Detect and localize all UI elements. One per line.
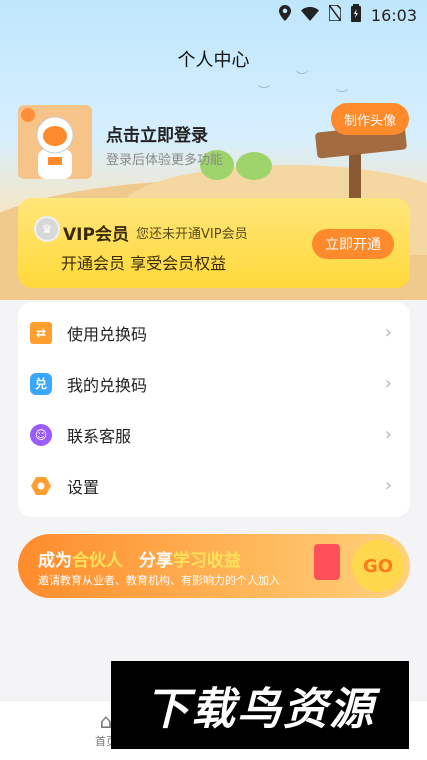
partner-banner[interactable]: 成为合伙人 分享学习收益 邀请教育从业者、教育机构、有影响力的个人加入 GO bbox=[18, 534, 410, 598]
chevron-right-icon: › bbox=[384, 373, 392, 394]
wifi-icon bbox=[300, 6, 319, 25]
watermark: 下载鸟资源 bbox=[111, 661, 409, 749]
menu-item-my-codes[interactable]: 兑 我的兑换码 › bbox=[18, 358, 410, 409]
watermark-text: 下载鸟资源 bbox=[145, 684, 375, 735]
chevron-right-icon: › bbox=[384, 475, 392, 496]
partner-headline: 成为合伙人 分享学习收益 bbox=[38, 546, 241, 571]
vip-description: 开通会员 享受会员权益 bbox=[61, 254, 227, 273]
login-prompt[interactable]: 点击立即登录 bbox=[106, 121, 208, 146]
open-vip-button[interactable]: 立即开通 bbox=[312, 229, 394, 259]
status-bar: 16:03 bbox=[0, 0, 427, 30]
settings-menu: ⇄ 使用兑换码 › 兑 我的兑换码 › ☺ 联系客服 › 设置 › bbox=[18, 302, 410, 517]
gift-icon bbox=[314, 544, 340, 580]
bush-decoration bbox=[236, 152, 272, 180]
battery-icon bbox=[350, 4, 361, 26]
crown-icon: ♛ bbox=[34, 216, 60, 242]
no-sim-icon bbox=[328, 4, 342, 25]
vip-card[interactable]: ♛ VIP会员 您还未开通VIP会员 开通会员 享受会员权益 立即开通 bbox=[18, 198, 410, 288]
menu-item-customer-service[interactable]: ☺ 联系客服 › bbox=[18, 409, 410, 460]
redeem-code-icon: 兑 bbox=[30, 372, 52, 395]
menu-item-label: 我的兑换码 bbox=[67, 375, 148, 395]
gear-icon bbox=[30, 475, 52, 497]
vip-title: VIP会员 bbox=[63, 225, 129, 245]
bird-icon: ︶ bbox=[258, 84, 271, 98]
menu-item-label: 联系客服 bbox=[67, 426, 132, 446]
chevron-right-icon: › bbox=[384, 424, 392, 445]
partner-highlight: 学习收益 bbox=[172, 551, 241, 571]
partner-highlight: 合伙人 bbox=[72, 551, 123, 571]
ticket-icon: ⇄ bbox=[30, 321, 52, 344]
partner-prefix: 成为 bbox=[38, 551, 72, 571]
chevron-right-icon: › bbox=[384, 322, 392, 343]
menu-item-label: 设置 bbox=[67, 477, 100, 497]
make-avatar-button[interactable]: 制作头像 bbox=[331, 103, 409, 135]
partner-subtitle: 邀请教育从业者、教育机构、有影响力的个人加入 bbox=[38, 574, 280, 587]
location-icon bbox=[278, 5, 291, 25]
page-title: 个人中心 bbox=[177, 50, 250, 71]
astronaut-icon bbox=[21, 108, 74, 179]
menu-item-label: 使用兑换码 bbox=[67, 324, 148, 344]
clock: 16:03 bbox=[370, 5, 417, 25]
avatar[interactable] bbox=[18, 105, 92, 179]
go-button[interactable]: GO bbox=[352, 540, 404, 592]
customer-service-icon: ☺ bbox=[30, 423, 52, 446]
vip-status-note: 您还未开通VIP会员 bbox=[136, 227, 248, 242]
bird-icon: ︶ bbox=[336, 88, 349, 102]
menu-item-settings[interactable]: 设置 › bbox=[18, 460, 410, 511]
login-subtitle: 登录后体验更多功能 bbox=[106, 153, 224, 168]
partner-middle: 分享 bbox=[138, 551, 173, 571]
menu-item-use-code[interactable]: ⇄ 使用兑换码 › bbox=[18, 307, 410, 358]
